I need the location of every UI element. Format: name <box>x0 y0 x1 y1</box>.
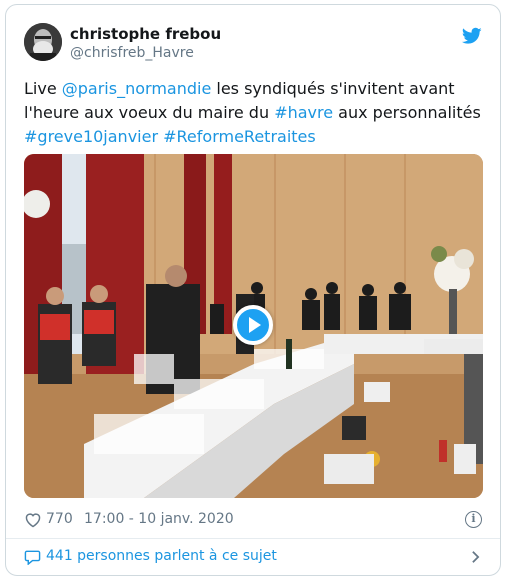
tweet-meta: 770 17:00 - 10 janv. 2020 i <box>24 509 482 533</box>
tweet-segment: aux personnalités <box>333 103 481 122</box>
hashtag-link[interactable]: #greve10janvier <box>24 127 158 146</box>
avatar[interactable] <box>24 23 62 61</box>
hashtag-link[interactable]: #havre <box>274 103 333 122</box>
info-icon[interactable]: i <box>465 511 482 528</box>
conversation-text[interactable]: 441 personnes parlent à ce sujet <box>46 548 277 564</box>
tweet-header: christophe frebou @chrisfreb_Havre <box>24 23 482 67</box>
conversation-link[interactable]: 441 personnes parlent à ce sujet <box>24 545 482 571</box>
tweet-card: christophe frebou @chrisfreb_Havre Live … <box>5 4 501 576</box>
mention-link[interactable]: @paris_normandie <box>62 79 212 98</box>
video-thumbnail[interactable] <box>24 154 483 498</box>
divider <box>6 538 500 539</box>
user-name[interactable]: christophe frebou <box>70 25 221 43</box>
timestamp[interactable]: 17:00 - 10 janv. 2020 <box>84 511 234 527</box>
user-handle[interactable]: @chrisfreb_Havre <box>70 45 194 61</box>
like-count[interactable]: 770 <box>46 511 73 527</box>
chevron-right-icon[interactable] <box>471 550 480 564</box>
tweet-segment: Live <box>24 79 62 98</box>
play-icon[interactable] <box>233 305 273 345</box>
twitter-bird-icon[interactable] <box>462 27 482 45</box>
heart-icon[interactable] <box>24 512 42 528</box>
speech-bubble-icon <box>24 550 41 565</box>
hashtag-link[interactable]: #ReformeRetraites <box>163 127 316 146</box>
tweet-text: Live @paris_normandie les syndiqués s'in… <box>24 77 494 149</box>
